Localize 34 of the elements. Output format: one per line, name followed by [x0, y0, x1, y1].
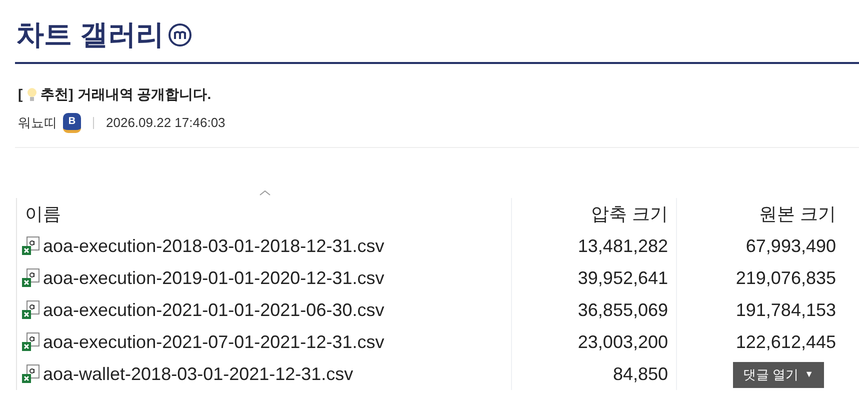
- open-comments-button[interactable]: 댓글 열기 ▼: [733, 362, 824, 388]
- tag-label: 추천]: [40, 85, 74, 104]
- spreadsheet-file-icon: [21, 236, 41, 256]
- tag-bracket: [: [18, 85, 23, 104]
- original-size: 219,076,835: [736, 266, 836, 290]
- lightbulb-icon: [26, 86, 37, 102]
- spreadsheet-file-icon: [21, 332, 41, 352]
- column-header: 원본 크기: [676, 198, 842, 230]
- level-badge: B: [63, 113, 81, 133]
- file-name[interactable]: aoa-execution-2021-07-01-2021-12-31.csv: [43, 328, 384, 356]
- file-name[interactable]: aoa-execution-2018-03-01-2018-12-31.csv: [43, 232, 384, 260]
- spreadsheet-file-icon: [21, 268, 41, 288]
- sort-caret-icon: [259, 190, 271, 196]
- file-name[interactable]: aoa-execution-2021-01-01-2021-06-30.csv: [43, 296, 384, 324]
- post-title: 거래내역 공개합니다.: [77, 85, 212, 104]
- m-circle-icon: [168, 23, 192, 47]
- file-name[interactable]: aoa-wallet-2018-03-01-2021-12-31.csv: [43, 360, 354, 388]
- spreadsheet-file-icon: [21, 300, 41, 320]
- compressed-size: 84,850: [612, 362, 668, 386]
- compressed-size: 39,952,641: [578, 266, 668, 290]
- caret-icon: ▼: [804, 368, 814, 382]
- original-size: 191,784,153: [736, 298, 836, 322]
- spreadsheet-file-icon: [21, 364, 41, 384]
- column-header: 이름: [16, 198, 511, 230]
- compressed-size: 13,481,282: [578, 234, 668, 258]
- original-size: 67,993,490: [746, 234, 836, 258]
- post-timestamp: 2026.09.22 17:46:03: [106, 114, 226, 132]
- original-size: 122,612,445: [736, 330, 836, 354]
- author-name: 워뇨띠: [18, 114, 57, 132]
- compressed-size: 23,003,200: [578, 330, 668, 354]
- page-title: 차트 갤러리: [16, 18, 164, 52]
- column-header: 압축 크기: [511, 198, 676, 230]
- file-name[interactable]: aoa-execution-2019-01-01-2020-12-31.csv: [43, 264, 384, 292]
- compressed-size: 36,855,069: [578, 298, 668, 322]
